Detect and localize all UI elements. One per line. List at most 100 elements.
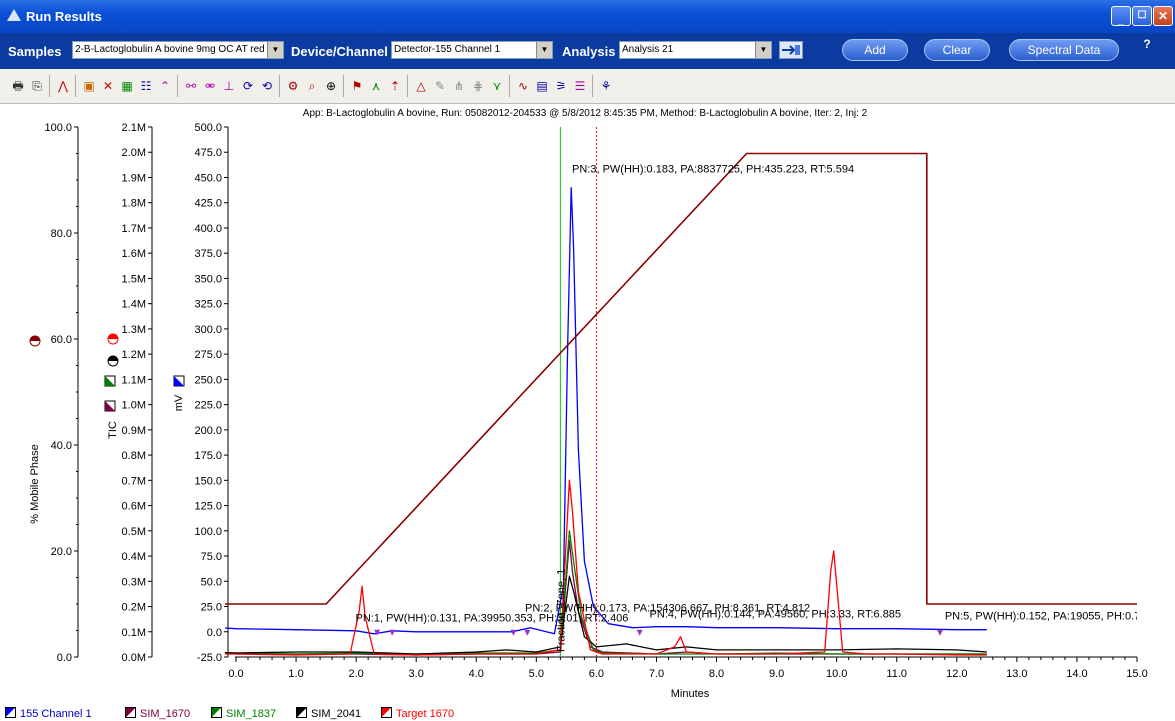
chart-icon[interactable]: ⌃ <box>157 78 173 94</box>
mv-tick-label: 150.0 <box>194 475 222 487</box>
refresh-icon[interactable]: ⟳ <box>240 78 256 94</box>
close-button[interactable]: ✕ <box>1153 6 1173 26</box>
navigate-icon[interactable]: ⚘ <box>598 78 614 94</box>
tic-tick-label: 0.7M <box>122 475 146 487</box>
pen-icon[interactable]: ✎ <box>432 78 448 94</box>
add-button[interactable]: Add <box>842 39 908 61</box>
mv-tick-label: 375.0 <box>194 248 222 260</box>
legend-item[interactable]: Target 1670 <box>381 707 454 720</box>
mv-tick-label: 75.0 <box>201 551 222 563</box>
print-icon[interactable]: 🖶 <box>10 78 26 94</box>
legend-swatch <box>296 707 307 718</box>
mobile-tick-label: 20.0 <box>51 546 72 558</box>
minimize-button[interactable]: _ <box>1111 6 1131 26</box>
split-icon[interactable]: ⋔ <box>451 78 467 94</box>
mv-tick-label: 400.0 <box>194 223 222 235</box>
mobile-tick-label: 0.0 <box>57 652 72 664</box>
tic-tick-label: 1.7M <box>122 223 146 235</box>
mobile-phase-swatch-fill <box>30 336 40 341</box>
analysis-select[interactable]: Analysis 21 ▼ <box>619 41 772 59</box>
legend-item[interactable]: SIM_1670 <box>125 707 190 720</box>
cross-icon[interactable]: ✕ <box>100 78 116 94</box>
legend-swatch <box>381 707 392 718</box>
x-tick-label: 0.0 <box>228 668 243 680</box>
mobile-axis-label: % Mobile Phase <box>29 444 41 524</box>
refresh2-icon[interactable]: ⟲ <box>259 78 275 94</box>
peak-marker <box>636 629 643 636</box>
mv-tick-label: 50.0 <box>201 576 222 588</box>
samples-select[interactable]: 2-B-Lactoglobulin A bovine 9mg OC AT red… <box>72 41 284 59</box>
stack-icon[interactable]: ☰ <box>572 78 588 94</box>
legend-item[interactable]: SIM_2041 <box>296 707 361 720</box>
plot-area: PN:3, PW(HH):0.183, PA:8837725, PH:435.2… <box>225 127 1175 657</box>
toolbar-separator <box>279 75 280 97</box>
legend-label: 155 Channel 1 <box>20 708 92 720</box>
split2-icon[interactable]: ⋕ <box>470 78 486 94</box>
flag-icon[interactable]: ⚑ <box>349 78 365 94</box>
x-tick-label: 4.0 <box>469 668 484 680</box>
peak-up-icon[interactable]: ⇡ <box>387 78 403 94</box>
target-1670-swatch-fill <box>108 334 118 339</box>
x-tick-label: 10.0 <box>826 668 847 680</box>
export-button[interactable] <box>779 41 803 59</box>
analysis-label: Analysis <box>562 44 616 59</box>
tic-tick-label: 0.5M <box>122 526 146 538</box>
tic-tick-label: 0.2M <box>122 602 146 614</box>
peak-annotation: PN:3, PW(HH):0.183, PA:8837725, PH:435.2… <box>572 163 854 175</box>
marker-icon[interactable]: ⋎ <box>489 78 505 94</box>
table-icon[interactable]: ☷ <box>138 78 154 94</box>
sim-1670-series <box>225 540 987 656</box>
mv-tick-label: 250.0 <box>194 374 222 386</box>
legend-swatch <box>5 707 16 718</box>
legend-swatch <box>125 707 136 718</box>
mobile-tick-label: 40.0 <box>51 440 72 452</box>
tic-tick-label: 1.9M <box>122 172 146 184</box>
maximize-button[interactable]: ☐ <box>1132 6 1152 26</box>
peak-annotation: PN:5, PW(HH):0.152, PA:19055, PH:0.709, … <box>945 611 1175 623</box>
device-select[interactable]: Detector-155 Channel 1 ▼ <box>391 41 553 59</box>
155-channel-1-series <box>225 186 987 635</box>
matrix-icon[interactable]: ▦ <box>119 78 135 94</box>
tic-tick-label: 1.5M <box>122 273 146 285</box>
help-icon[interactable]: ? <box>1139 37 1155 53</box>
chevron-down-icon[interactable]: ▼ <box>536 42 552 58</box>
mv-tick-label: 125.0 <box>194 501 222 513</box>
chart-title: App: B-Lactoglobulin A bovine, Run: 0508… <box>303 108 868 119</box>
zoom-icon[interactable]: ⌕ <box>304 78 320 94</box>
peak-marker <box>936 629 943 636</box>
x-tick-label: 8.0 <box>709 668 724 680</box>
peak-icon[interactable]: ⋀ <box>55 78 71 94</box>
tangent-icon[interactable]: ⊥ <box>221 78 237 94</box>
chevron-down-icon[interactable]: ▼ <box>267 42 283 58</box>
tic-tick-label: 0.8M <box>122 450 146 462</box>
cluster-icon[interactable]: ⚞ <box>553 78 569 94</box>
legend-item[interactable]: SIM_1837 <box>211 707 276 720</box>
spectral-data-button[interactable]: Spectral Data <box>1009 39 1119 61</box>
legend-label: SIM_1837 <box>226 708 277 720</box>
samples-label: Samples <box>8 44 62 59</box>
triangle-icon[interactable]: △ <box>413 78 429 94</box>
legend-item[interactable]: 155 Channel 1 <box>5 707 92 720</box>
peak-add-icon[interactable]: ⋏ <box>368 78 384 94</box>
x-tick-label: 13.0 <box>1006 668 1027 680</box>
toolbar-separator <box>509 75 510 97</box>
baseline-icon[interactable]: ⚯ <box>183 78 199 94</box>
wave-icon[interactable]: ∿ <box>515 78 531 94</box>
device-value: Detector-155 Channel 1 <box>394 44 501 55</box>
overlay-icon[interactable]: ▤ <box>534 78 550 94</box>
tic-tick-label: 1.3M <box>122 324 146 336</box>
sim-2041-swatch-fill <box>108 356 118 361</box>
chart-legend: 155 Channel 1 SIM_1670 SIM_1837 SIM_2041 Tar… <box>0 705 1175 721</box>
chevron-down-icon[interactable]: ▼ <box>755 42 771 58</box>
toolbar-separator <box>407 75 408 97</box>
peak-marker <box>524 629 531 636</box>
tic-tick-label: 2.0M <box>122 147 146 159</box>
chromatogram-chart[interactable]: App: B-Lactoglobulin A bovine, Run: 0508… <box>0 104 1175 704</box>
x-tick-label: 14.0 <box>1066 668 1087 680</box>
settings-icon[interactable]: ⚙ <box>285 78 301 94</box>
integration-icon[interactable]: ⚮ <box>202 78 218 94</box>
clear-button[interactable]: Clear <box>924 39 990 61</box>
copy-icon[interactable]: ⎘ <box>29 78 45 94</box>
crosshair-icon[interactable]: ⊕ <box>323 78 339 94</box>
zoom-window-icon[interactable]: ▣ <box>81 78 97 94</box>
